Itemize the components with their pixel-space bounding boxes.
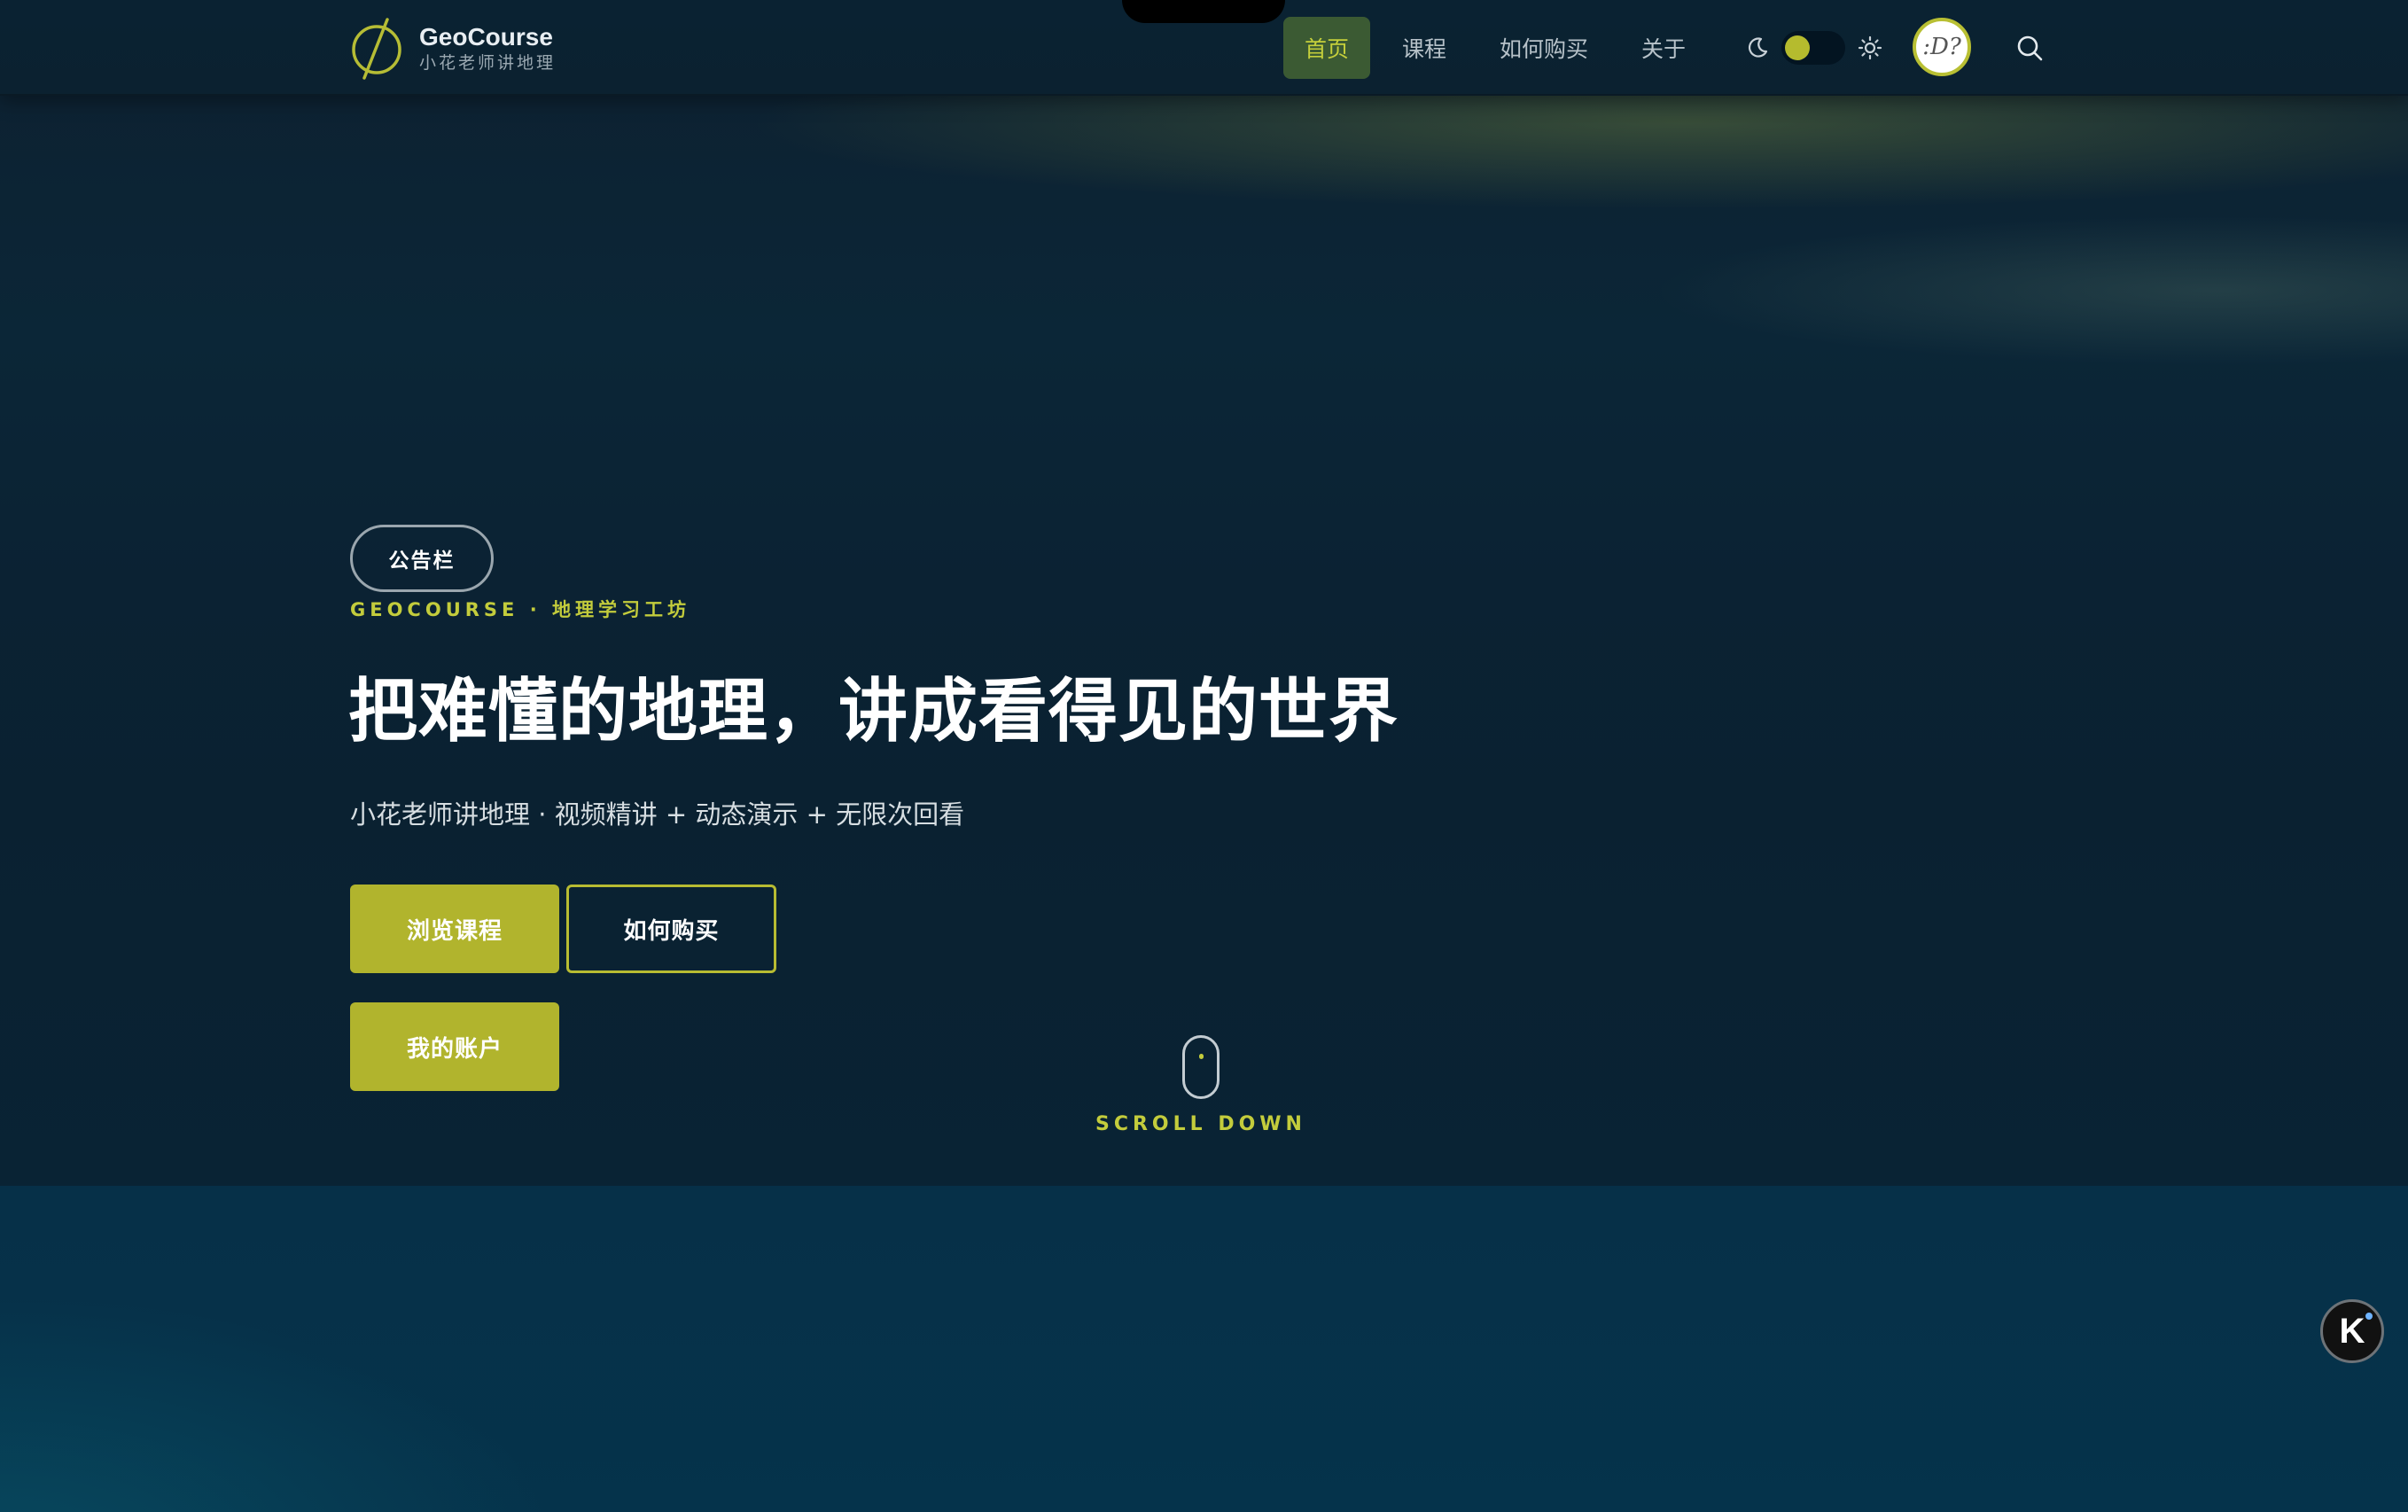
- brand[interactable]: GeoCourse 小花老师讲地理: [348, 18, 556, 80]
- hero-subline: 小花老师讲地理 · 视频精讲 + 动态演示 + 无限次回看: [350, 799, 965, 830]
- k-widget-dot-icon: [2365, 1313, 2373, 1320]
- brand-text: GeoCourse 小花老师讲地理: [419, 23, 556, 74]
- theme-switch-knob: [1785, 35, 1810, 60]
- how-to-buy-button[interactable]: 如何购买: [566, 885, 776, 973]
- mouse-icon: [1182, 1035, 1220, 1099]
- k-floating-widget-button[interactable]: K: [2320, 1299, 2384, 1363]
- brand-subtitle: 小花老师讲地理: [419, 53, 557, 73]
- theme-toggle[interactable]: [1746, 30, 1882, 66]
- announcement-badge[interactable]: 公告栏: [350, 525, 494, 592]
- scroll-down-label: SCROLL DOWN: [1095, 1113, 1306, 1135]
- browse-courses-button[interactable]: 浏览课程: [350, 885, 559, 973]
- sun-icon: [1858, 35, 1882, 60]
- nav-item-about[interactable]: 关于: [1620, 17, 1707, 79]
- camera-notch: [1122, 0, 1285, 23]
- theme-switch[interactable]: [1781, 31, 1845, 65]
- lower-section: [0, 1186, 2408, 1512]
- main-nav: 首页 课程 如何购买 关于: [1283, 17, 1718, 79]
- hero-eyebrow: GEOCOURSE · 地理学习工坊: [350, 599, 690, 620]
- k-widget-label: K: [2339, 1311, 2365, 1351]
- moon-icon: [1748, 37, 1768, 58]
- nav-item-how-to-buy[interactable]: 如何购买: [1478, 17, 1609, 79]
- hero-headline: 把难懂的地理，讲成看得见的世界: [348, 672, 1399, 752]
- page: GeoCourse 小花老师讲地理 首页 课程 如何购买 关于:D? 公告栏 …: [0, 0, 2408, 1512]
- brand-title: GeoCourse: [419, 23, 553, 51]
- nav-item-home[interactable]: 首页: [1283, 17, 1371, 79]
- avatar[interactable]: :D?: [1913, 18, 1971, 76]
- slashed-circle-logo-icon: [352, 18, 401, 80]
- nav-item-courses[interactable]: 课程: [1381, 17, 1468, 79]
- search-icon[interactable]: [2014, 32, 2046, 64]
- scroll-down-indicator[interactable]: SCROLL DOWN: [1090, 1035, 1312, 1135]
- my-account-button[interactable]: 我的账户: [350, 1002, 559, 1091]
- mouse-wheel-dot: [1199, 1054, 1204, 1059]
